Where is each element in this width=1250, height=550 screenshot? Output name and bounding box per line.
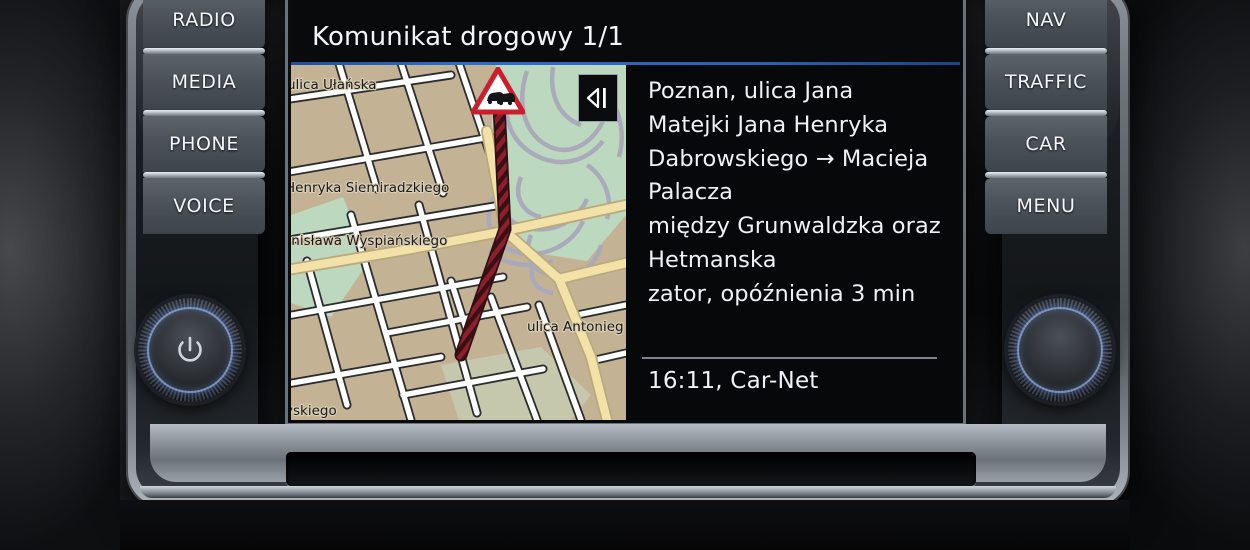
message-line: Matejki Jana Henryka <box>648 111 889 138</box>
traffic-jam-warning-icon <box>471 67 525 115</box>
media-button[interactable]: MEDIA <box>143 54 265 110</box>
power-icon <box>178 336 202 362</box>
console-shelf <box>120 500 1130 550</box>
car-button[interactable]: CAR <box>985 116 1107 172</box>
voice-button-label: VOICE <box>173 195 235 217</box>
head-unit: Komunikat drogowy 1/1 ulica Ułańska Henr… <box>0 0 1250 550</box>
map-street-label: ulica Antonieg <box>527 319 624 335</box>
message-line: Palacza <box>648 179 734 206</box>
knob-face <box>1028 318 1092 382</box>
media-button-label: MEDIA <box>171 71 237 93</box>
map-canvas: ulica Ułańska Henryka Siemiradzkiego ani… <box>291 65 626 420</box>
lower-chrome-strip <box>140 486 1116 498</box>
traffic-button-label: TRAFFIC <box>1005 71 1087 93</box>
left-button-column: RADIO MEDIA PHONE VOICE <box>143 0 265 234</box>
message-line: zator, opóźnienia 3 min <box>648 280 916 307</box>
message-line: Hetmanska <box>648 246 777 273</box>
phone-button[interactable]: PHONE <box>143 116 265 172</box>
tuning-knob[interactable] <box>1008 298 1112 402</box>
right-button-column: NAV TRAFFIC CAR MENU <box>985 0 1107 234</box>
cd-slot[interactable] <box>286 452 976 486</box>
collapse-panel-button[interactable] <box>578 74 618 122</box>
map-street-label: anisława Wyspiańskiego <box>291 233 447 249</box>
menu-button[interactable]: MENU <box>985 178 1107 234</box>
traffic-button[interactable]: TRAFFIC <box>985 54 1107 110</box>
page-title: Komunikat drogowy 1/1 <box>312 22 625 52</box>
infotainment-screen[interactable]: Komunikat drogowy 1/1 ulica Ułańska Henr… <box>291 0 960 420</box>
traffic-map[interactable]: ulica Ułańska Henryka Siemiradzkiego ani… <box>291 65 626 420</box>
collapse-panel-icon <box>586 87 606 109</box>
footer-divider <box>642 357 937 359</box>
car-button-label: CAR <box>1025 133 1067 155</box>
power-volume-knob[interactable] <box>138 298 242 402</box>
menu-button-label: MENU <box>1016 195 1076 217</box>
phone-button-label: PHONE <box>169 133 239 155</box>
map-street-label: Henryka Siemiradzkiego <box>291 180 449 196</box>
status-footer: 16:11, Car-Net <box>648 368 819 394</box>
nav-button[interactable]: NAV <box>985 0 1107 48</box>
radio-button[interactable]: RADIO <box>143 0 265 48</box>
radio-button-label: RADIO <box>172 9 236 31</box>
dashboard-right-trim <box>1130 0 1250 550</box>
screen-header: Komunikat drogowy 1/1 <box>291 0 960 65</box>
nav-button-label: NAV <box>1025 9 1067 31</box>
message-panel: Poznan, ulica Jana Matejki Jana Henryka … <box>626 65 960 420</box>
map-street-label: yskiego <box>291 403 337 419</box>
voice-button[interactable]: VOICE <box>143 178 265 234</box>
message-line: Poznan, ulica Jana <box>648 78 854 104</box>
map-street-label: ulica Ułańska <box>291 77 376 93</box>
knob-face <box>158 318 222 382</box>
message-text: Poznan, ulica Jana Matejki Jana Henryka … <box>648 75 948 312</box>
dashboard-left-trim <box>0 0 120 550</box>
message-line: między Grunwaldzka oraz <box>648 213 941 240</box>
message-line: Dabrowskiego → Macieja <box>648 145 929 172</box>
